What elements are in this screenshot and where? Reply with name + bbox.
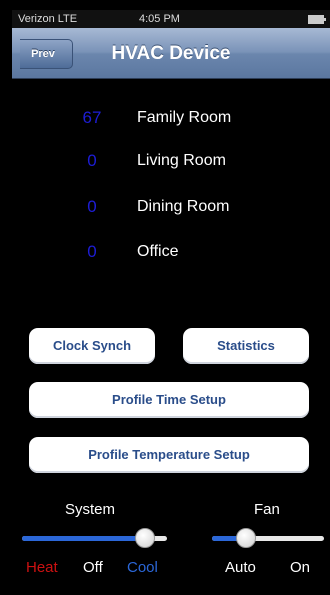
room-temp: 67 [82,108,102,127]
room-temp: 0 [87,151,97,170]
status-time: 4:05 PM [139,13,180,25]
room-name: Family Room [137,109,232,126]
fan-option-auto[interactable]: Auto [225,559,256,576]
room-name: Office [137,243,179,260]
status-bar: Verizon LTE 4:05 PM [12,10,330,28]
carrier-label: Verizon LTE [18,13,78,25]
room-name: Living Room [137,152,226,169]
fan-slider-track[interactable] [212,536,324,541]
fan-slider-thumb[interactable] [235,528,256,548]
room-row-family: 67 Family Room [12,106,330,132]
room-row-office: 0 Office [12,240,330,266]
navigation-bar: Prev HVAC Device [12,28,330,79]
room-row-dining: 0 Dining Room [12,195,330,221]
system-slider-fill [22,536,146,541]
system-label: System [65,501,116,518]
system-slider-thumb[interactable] [135,528,156,548]
room-temp: 0 [87,197,97,216]
clock-synch-button[interactable]: Clock Synch [29,328,155,364]
room-temp: 0 [87,242,97,261]
fan-option-on[interactable]: On [290,559,310,576]
profile-temperature-setup-button[interactable]: Profile Temperature Setup [29,437,309,473]
page-title: HVAC Device [111,43,231,64]
fan-label: Fan [254,501,280,518]
system-option-heat[interactable]: Heat [26,559,58,576]
system-option-off[interactable]: Off [83,559,103,576]
room-row-living: 0 Living Room [12,149,330,175]
room-name: Dining Room [137,198,230,215]
profile-time-setup-button[interactable]: Profile Time Setup [29,382,309,418]
statistics-button[interactable]: Statistics [183,328,309,364]
system-option-cool[interactable]: Cool [127,559,158,576]
battery-icon [308,15,326,24]
phone-screen: Verizon LTE 4:05 PM Prev HVAC Device 67 … [12,10,330,595]
